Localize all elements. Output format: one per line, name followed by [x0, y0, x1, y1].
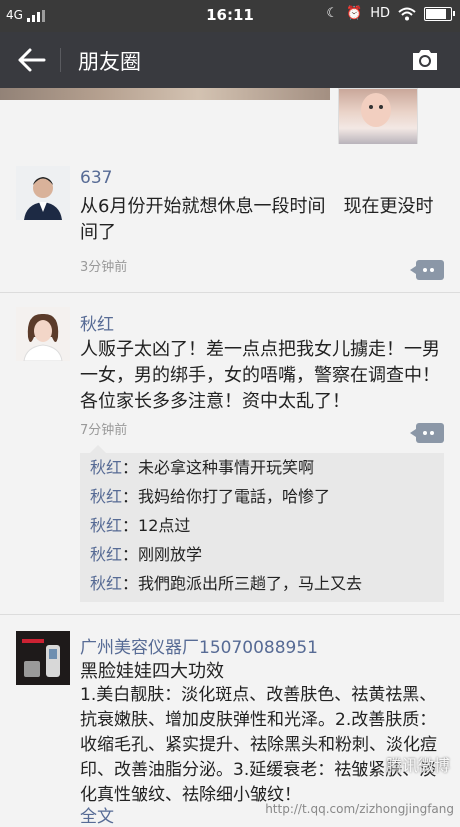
comment-row[interactable]: 秋红：未必拿这种事情开玩笑啊: [80, 453, 444, 482]
full-text-link[interactable]: 全文: [80, 802, 114, 827]
moment-post: 广州美容仪器厂15070088951 黑脸娃娃四大功效 1.美白靓肤：淡化斑点、…: [0, 615, 460, 827]
wifi-icon: [398, 7, 416, 20]
comment-text: 我妈给你打了電話，哈惨了: [138, 487, 331, 506]
comments-section: 秋红：未必拿这种事情开玩笑啊 秋红：我妈给你打了電話，哈惨了 秋红：12点过 秋…: [80, 445, 444, 602]
watermark-url: http://t.qq.com/zizhongjingfang: [265, 802, 454, 816]
avatar[interactable]: [16, 166, 70, 220]
comment-separator: ：: [122, 487, 139, 506]
comment-text: 未必拿这种事情开玩笑啊: [138, 458, 315, 477]
post-text-title: 黑脸娃娃四大功效: [80, 661, 224, 682]
status-bar: 4G 16:11 ☾ ⏰ HD: [0, 0, 460, 32]
avatar[interactable]: [16, 307, 70, 361]
watermark-logo: 腾讯微博: [385, 756, 450, 775]
post-author-name[interactable]: 广州美容仪器厂15070088951: [80, 633, 318, 658]
battery-icon: [424, 6, 455, 21]
post-text: 人贩子太凶了！差一点点把我女儿擄走！一男一女，男的绑手，女的唔嘴，警察在调查中！…: [80, 339, 440, 412]
comment-separator: ：: [122, 545, 139, 564]
comment-text: 我們跑派出所三趟了，马上又去: [138, 574, 363, 593]
comment-row[interactable]: 秋红：刚刚放学: [80, 540, 444, 569]
post-author-name[interactable]: 秋红: [80, 310, 114, 335]
comment-author[interactable]: 秋红: [90, 574, 122, 593]
post-timestamp: 7分钟前: [80, 423, 128, 438]
comment-author[interactable]: 秋红: [90, 516, 122, 535]
comment-text: 刚刚放学: [138, 545, 203, 564]
comment-button[interactable]: [410, 423, 444, 443]
avatar[interactable]: [16, 631, 70, 685]
comment-separator: ：: [122, 516, 139, 535]
comment-author[interactable]: 秋红: [90, 487, 122, 506]
moment-post: 637 从6月份开始就想休息一段时间 现在更没时间了 3分钟前: [0, 144, 460, 292]
previous-photo-thumbnail[interactable]: [338, 88, 418, 144]
nav-divider: [60, 48, 61, 72]
post-timestamp: 3分钟前: [80, 260, 128, 275]
comment-button[interactable]: [410, 260, 444, 280]
previous-photo-edge: [0, 88, 330, 100]
post-author-name[interactable]: 637: [80, 168, 112, 188]
comment-separator: ：: [122, 458, 139, 477]
comment-row[interactable]: 秋红：我妈给你打了電話，哈惨了: [80, 482, 444, 511]
previous-post-remnant: [0, 88, 460, 144]
comment-author[interactable]: 秋红: [90, 545, 122, 564]
nav-bar: 朋友圈: [0, 32, 460, 88]
moon-icon: ☾: [326, 6, 339, 21]
alarm-icon: ⏰: [346, 6, 363, 21]
hd-indicator: HD: [370, 6, 390, 21]
comment-text: 12点过: [138, 516, 191, 535]
comment-author[interactable]: 秋红: [90, 458, 122, 477]
comment-separator: ：: [122, 574, 139, 593]
page-title: 朋友圈: [78, 50, 141, 74]
status-icons: ☾ ⏰ HD: [326, 6, 455, 21]
post-text: 从6月份开始就想休息一段时间 现在更没时间了: [80, 196, 434, 243]
back-arrow-icon[interactable]: [16, 46, 48, 74]
comment-row[interactable]: 秋红：我們跑派出所三趟了，马上又去: [80, 569, 444, 602]
camera-icon[interactable]: [410, 47, 440, 73]
moment-post: 秋红 人贩子太凶了！差一点点把我女儿擄走！一男一女，男的绑手，女的唔嘴，警察在调…: [0, 293, 460, 610]
comment-row[interactable]: 秋红：12点过: [80, 511, 444, 540]
post-text: 1.美白靓肤：淡化斑点、改善肤色、祛黄祛黑、抗衰嫩肤、增加皮肤弹性和光泽。2.改…: [80, 685, 437, 805]
